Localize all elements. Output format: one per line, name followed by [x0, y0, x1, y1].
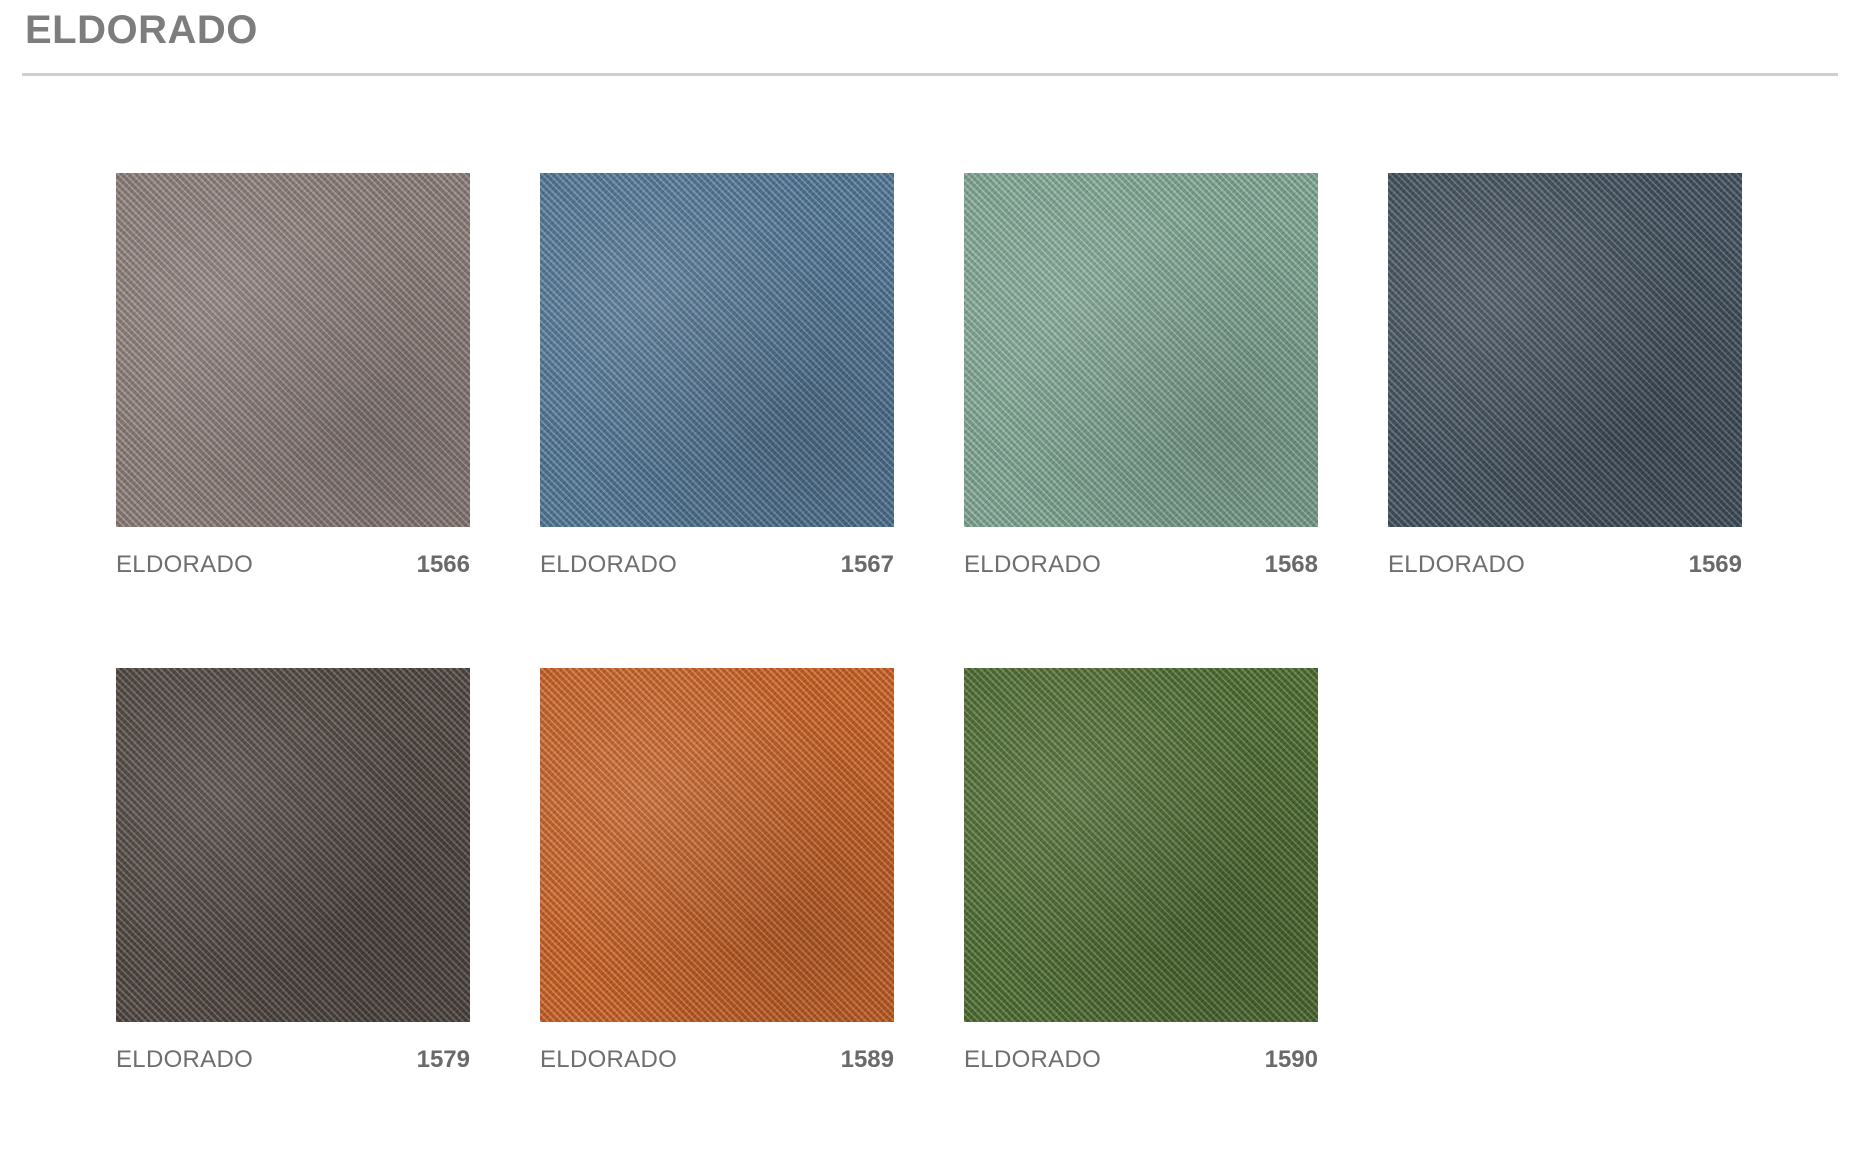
swatch-caption: ELDORADO 1567 — [540, 551, 894, 579]
swatch-card[interactable]: ELDORADO 1589 — [540, 668, 894, 1163]
fabric-shading — [540, 173, 894, 527]
swatch-code: 1568 — [1264, 551, 1318, 578]
swatch-caption: ELDORADO 1568 — [964, 551, 1318, 579]
swatch-name: ELDORADO — [116, 1046, 254, 1073]
swatch-code: 1589 — [840, 1046, 894, 1073]
fabric-swatch-image[interactable] — [964, 668, 1318, 1022]
fabric-shading — [116, 668, 470, 1022]
swatch-caption: ELDORADO 1566 — [116, 551, 470, 579]
swatch-card[interactable]: ELDORADO 1566 — [116, 173, 470, 668]
fabric-swatch-image[interactable] — [540, 173, 894, 527]
swatch-card[interactable]: ELDORADO 1567 — [540, 173, 894, 668]
swatch-card[interactable]: ELDORADO 1579 — [116, 668, 470, 1163]
swatch-grid: ELDORADO 1566 ELDORADO 1567 ELDORADO 156… — [116, 173, 1742, 1163]
swatch-caption: ELDORADO 1579 — [116, 1046, 470, 1074]
swatch-caption: ELDORADO 1590 — [964, 1046, 1318, 1074]
title-divider — [22, 73, 1838, 76]
fabric-shading — [116, 173, 470, 527]
swatch-code: 1590 — [1264, 1046, 1318, 1073]
fabric-swatch-image[interactable] — [1388, 173, 1742, 527]
swatch-name: ELDORADO — [964, 551, 1102, 578]
swatch-name: ELDORADO — [116, 551, 254, 578]
swatch-code: 1569 — [1688, 551, 1742, 578]
fabric-swatch-image[interactable] — [540, 668, 894, 1022]
fabric-swatch-image[interactable] — [116, 668, 470, 1022]
swatch-caption: ELDORADO 1569 — [1388, 551, 1742, 579]
swatch-code: 1579 — [416, 1046, 470, 1073]
swatch-caption: ELDORADO 1589 — [540, 1046, 894, 1074]
swatch-code: 1567 — [840, 551, 894, 578]
swatch-name: ELDORADO — [964, 1046, 1102, 1073]
page-title: ELDORADO — [25, 8, 258, 52]
swatch-card[interactable]: ELDORADO 1590 — [964, 668, 1318, 1163]
swatch-card[interactable]: ELDORADO 1568 — [964, 173, 1318, 668]
swatch-name: ELDORADO — [540, 1046, 678, 1073]
fabric-shading — [964, 668, 1318, 1022]
fabric-shading — [964, 173, 1318, 527]
swatch-code: 1566 — [416, 551, 470, 578]
swatch-name: ELDORADO — [540, 551, 678, 578]
fabric-swatch-image[interactable] — [116, 173, 470, 527]
swatch-name: ELDORADO — [1388, 551, 1526, 578]
fabric-swatch-image[interactable] — [964, 173, 1318, 527]
fabric-shading — [540, 668, 894, 1022]
swatch-card[interactable]: ELDORADO 1569 — [1388, 173, 1742, 668]
fabric-shading — [1388, 173, 1742, 527]
